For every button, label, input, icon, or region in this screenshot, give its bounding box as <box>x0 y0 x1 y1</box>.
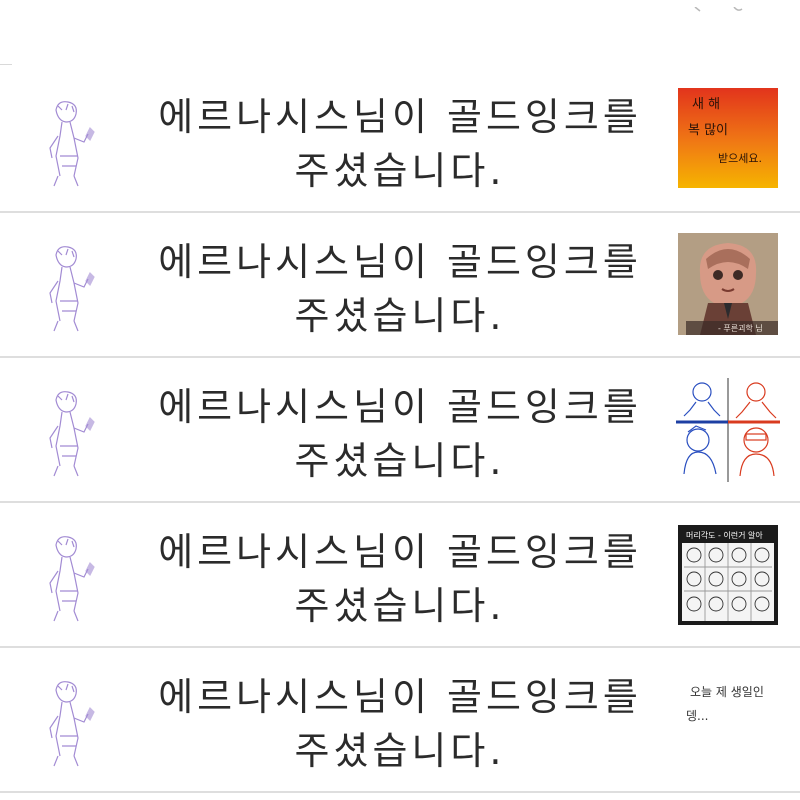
message-line: 에르나시스님이 골드잉크를 <box>158 240 642 284</box>
notification-message: 에르나시스님이 골드잉크를 주셨습니다. <box>140 380 660 488</box>
partial-element-top <box>690 0 750 12</box>
thumbnail-text: 받으세요. <box>718 152 762 165</box>
message-line: 주셨습니다. <box>294 584 506 628</box>
notification-message: 에르나시스님이 골드잉크를 주셨습니다. <box>140 525 660 633</box>
blue-red-head-sketch-thumbnail-icon[interactable] <box>676 378 780 482</box>
thumbnail-text: 오늘 제 생일인 <box>690 685 764 699</box>
notification-message: 에르나시스님이 골드잉크를 주셨습니다. <box>140 670 660 778</box>
message-line: 에르나시스님이 골드잉크를 <box>158 385 642 429</box>
message-line: 주셨습니다. <box>294 729 506 773</box>
message-line: 주셨습니다. <box>294 439 506 483</box>
handwritten-note-thumbnail-icon[interactable]: 오늘 제 생일인 뎅... <box>676 666 780 770</box>
notification-message: 에르나시스님이 골드잉크를 주셨습니다. <box>140 235 660 343</box>
divider <box>0 64 12 65</box>
character-portrait-thumbnail-icon[interactable]: - 푸른괴학 님 <box>678 233 778 335</box>
sketch-figure-avatar-icon[interactable] <box>22 96 122 190</box>
thumbnail-text: 새 해 <box>692 97 720 112</box>
thumbnail-text: 복 많이 <box>688 123 728 138</box>
notification-row[interactable]: 에르나시스님이 골드잉크를 주셨습니다. <box>0 358 800 503</box>
sketch-figure-avatar-icon[interactable] <box>22 241 122 335</box>
notification-row[interactable]: 에르나시스님이 골드잉크를 주셨습니다. - 푸른괴학 님 <box>0 213 800 358</box>
message-line: 에르나시스님이 골드잉크를 <box>158 95 642 139</box>
thumbnail-caption: - 푸른괴학 님 <box>718 323 763 333</box>
head-angle-reference-grid-thumbnail-icon[interactable]: 머리각도 - 이런거 알아 <box>678 525 778 625</box>
message-line: 주셨습니다. <box>294 149 506 193</box>
notification-row[interactable]: 에르나시스님이 골드잉크를 주셨습니다. 머리각도 - 이런거 알아 <box>0 503 800 648</box>
message-line: 주셨습니다. <box>294 294 506 338</box>
thumbnail-header: 머리각도 - 이런거 알아 <box>686 530 763 540</box>
thumbnail-text: 뎅... <box>686 709 708 723</box>
sketch-figure-avatar-icon[interactable] <box>22 531 122 625</box>
message-line: 에르나시스님이 골드잉크를 <box>158 530 642 574</box>
message-line: 에르나시스님이 골드잉크를 <box>158 675 642 719</box>
previous-item-remnant <box>0 0 800 68</box>
notification-row[interactable]: 에르나시스님이 골드잉크를 주셨습니다. 새 해 복 많이 받으세요. <box>0 68 800 213</box>
orange-gradient-handwriting-thumbnail-icon[interactable]: 새 해 복 많이 받으세요. <box>678 88 778 188</box>
notification-message: 에르나시스님이 골드잉크를 주셨습니다. <box>140 90 660 198</box>
sketch-figure-avatar-icon[interactable] <box>22 386 122 480</box>
sketch-figure-avatar-icon[interactable] <box>22 676 122 770</box>
notification-row[interactable]: 에르나시스님이 골드잉크를 주셨습니다. 오늘 제 생일인 뎅... <box>0 648 800 793</box>
